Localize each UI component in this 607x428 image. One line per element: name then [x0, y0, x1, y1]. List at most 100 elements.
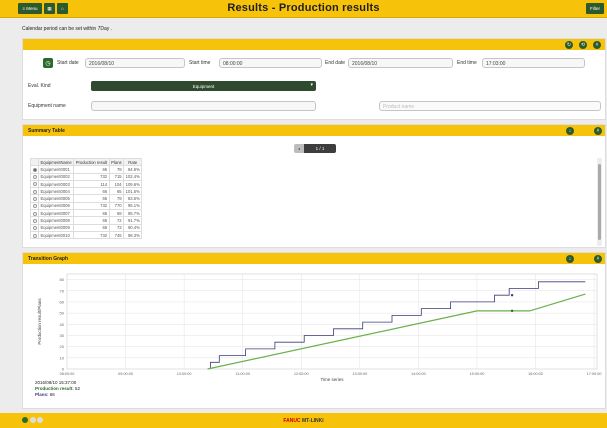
x-tick-label: 11:00:00 [235, 372, 250, 376]
table-cell: 66 [73, 209, 110, 218]
table-cell: 732 [73, 201, 110, 211]
end-date-field[interactable]: 2016/08/10 [348, 58, 453, 68]
row-select-cell[interactable] [30, 209, 39, 218]
table-cell: 95.7% [123, 209, 143, 218]
product-name-field[interactable]: Product name [379, 101, 601, 111]
table-cell: 69 [108, 209, 125, 218]
reset-icon: ⟲ [580, 41, 586, 48]
x-axis-label: Time series [320, 377, 344, 382]
table-cell: 770 [108, 201, 125, 211]
summary-column-header[interactable] [30, 157, 39, 167]
summary-header-row: EquipmentName Production result Plans Rate [30, 157, 143, 167]
y-tick-label: 0 [62, 367, 65, 372]
start-time-field[interactable]: 08:00:00 [219, 58, 322, 68]
x-tick-label: 15:00:00 [470, 372, 485, 376]
row-select-cell[interactable] [30, 223, 39, 232]
row-radio[interactable] [32, 218, 37, 223]
table-cell: 72 [108, 216, 125, 225]
graph-panel: Transition Graph ↓ ˄ 0 10 20 30 40 50 60 70 80 08… [22, 252, 606, 409]
clock-button[interactable]: ◷ [43, 58, 53, 68]
tooltip-plans-value: 66 [49, 392, 55, 397]
x-tick-label: 08:00:00 [60, 372, 75, 376]
table-row[interactable]: Equipment0008 66 72 91.7% [30, 216, 143, 225]
download-graph-button[interactable]: ↓ [566, 254, 574, 263]
collapse-summary-button[interactable]: ˄ [594, 126, 602, 135]
condition-panel: ↻ ⟲ ˄ ◷ Start date 2016/08/10 Start time… [22, 38, 606, 120]
table-cell: 66 [73, 187, 110, 196]
tooltip-plans-label: Plans: [35, 392, 49, 397]
y-tick-label: 30 [60, 333, 65, 338]
table-row[interactable]: Equipment0002 732 715 102.4% [30, 172, 143, 181]
refresh-icon: ↻ [566, 41, 572, 48]
row-radio[interactable] [32, 175, 37, 180]
table-cell: 745 [108, 230, 125, 240]
equipment-name-field[interactable] [91, 101, 316, 111]
table-cell: Equipment0009 [37, 223, 75, 232]
start-date-field[interactable]: 2016/08/10 [85, 58, 185, 68]
row-select-cell[interactable] [30, 187, 39, 196]
row-select-cell[interactable] [30, 230, 39, 240]
table-cell: 79 [108, 194, 125, 203]
row-radio[interactable] [32, 182, 37, 187]
row-radio[interactable] [32, 233, 37, 238]
row-select-cell[interactable] [30, 201, 39, 211]
row-select-cell[interactable] [30, 172, 39, 181]
download-summary-button[interactable]: ↓ [566, 126, 574, 135]
table-cell: Equipment0001 [37, 165, 75, 174]
summary-column-header[interactable]: Production result [73, 157, 110, 167]
table-row[interactable]: Equipment0007 66 69 95.7% [30, 209, 143, 218]
summary-scrollbar[interactable] [597, 158, 602, 246]
pager-prev-button[interactable]: ◂ [294, 144, 304, 153]
table-row[interactable]: Equipment0010 732 745 98.3% [30, 230, 143, 240]
row-radio[interactable] [32, 197, 37, 202]
start-time-label: Start time [189, 60, 211, 66]
table-cell: 114 [73, 179, 110, 189]
row-radio[interactable] [32, 226, 37, 231]
x-tick-label: 16:00:00 [528, 372, 543, 376]
refresh-button[interactable]: ↻ [565, 40, 573, 49]
summary-title: Summary Table [28, 127, 65, 134]
table-cell: 101.5% [123, 187, 143, 196]
eval-kind-select[interactable]: Equipment ▾ [91, 81, 316, 91]
row-select-cell[interactable] [30, 194, 39, 203]
filter-button[interactable]: Filter [586, 3, 604, 14]
summary-scroll-thumb[interactable] [598, 164, 601, 240]
table-row[interactable]: Equipment0006 732 770 95.1% [30, 201, 143, 211]
row-radio[interactable] [32, 211, 37, 216]
row-radio[interactable] [32, 204, 37, 209]
summary-table: EquipmentName Production result Plans Rate … [30, 157, 143, 240]
table-row[interactable]: Equipment0009 66 73 90.4% [30, 223, 143, 232]
row-radio[interactable] [32, 189, 37, 194]
collapse-condition-button[interactable]: ˄ [593, 40, 601, 49]
summary-column-header[interactable]: Rate [123, 157, 143, 167]
table-cell: 83.5% [123, 194, 143, 203]
summary-column-header[interactable]: EquipmentName [37, 157, 75, 167]
row-select-cell[interactable] [30, 216, 39, 225]
chevron-up-icon: ˄ [595, 41, 599, 48]
brand-logo: FANUC MT-LINKi [0, 418, 607, 424]
top-bar: ≡ Menu ▦ ⌂ Results - Production results … [0, 0, 607, 18]
collapse-graph-button[interactable]: ˄ [594, 254, 602, 263]
summary-column-header[interactable]: Plans [108, 157, 125, 167]
row-select-cell[interactable] [30, 179, 39, 189]
table-cell: Equipment0010 [37, 230, 75, 240]
reset-button[interactable]: ⟲ [579, 40, 587, 49]
table-cell: 732 [73, 172, 110, 181]
table-row[interactable]: Equipment0001 66 78 84.6% [30, 165, 143, 174]
table-cell: Equipment0006 [37, 201, 75, 211]
table-row[interactable]: Equipment0003 114 104 109.6% [30, 179, 143, 189]
row-radio[interactable] [32, 167, 37, 172]
download-icon: ↓ [568, 127, 572, 134]
x-tick-label: 10:00:00 [177, 372, 192, 376]
eval-kind-value: Equipment [192, 83, 215, 89]
tooltip-plans-row: Plans: 66 [35, 392, 80, 398]
row-select-cell[interactable] [30, 165, 39, 174]
end-date-label: End date [325, 60, 346, 66]
table-cell: 104 [108, 179, 125, 189]
graph-tooltip: 2016/08/10 15:37:00 Production result: 5… [35, 380, 80, 398]
graph-title: Transition Graph [28, 255, 69, 262]
hover-marker [510, 309, 514, 313]
end-time-field[interactable]: 17:03:00 [482, 58, 585, 68]
table-row[interactable]: Equipment0004 66 65 101.5% [30, 187, 143, 196]
table-row[interactable]: Equipment0005 66 79 83.5% [30, 194, 143, 203]
